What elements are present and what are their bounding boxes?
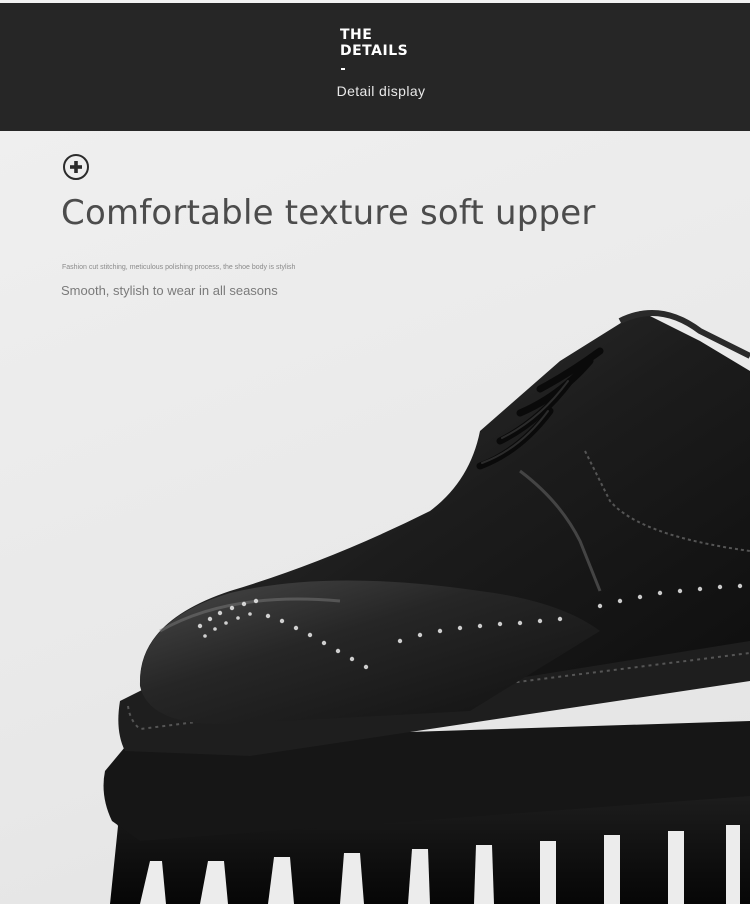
section-heading: Comfortable texture soft upper [61,193,596,233]
header-title-line2: DETAILS [340,43,409,59]
header-title-line1: THE [340,27,373,43]
shoe-photo [103,310,750,904]
section-small-description: Fashion cut stitching, meticulous polish… [62,264,296,271]
header-title: THE DETAILS [340,27,408,59]
details-header: THE DETAILS Detail display [0,0,750,131]
plus-circle-icon [63,154,89,180]
detail-section: Comfortable texture soft upper Fashion c… [0,131,750,904]
section-description: Smooth, stylish to wear in all seasons [61,283,278,298]
header-divider [341,68,345,70]
header-subtitle: Detail display [336,83,426,99]
